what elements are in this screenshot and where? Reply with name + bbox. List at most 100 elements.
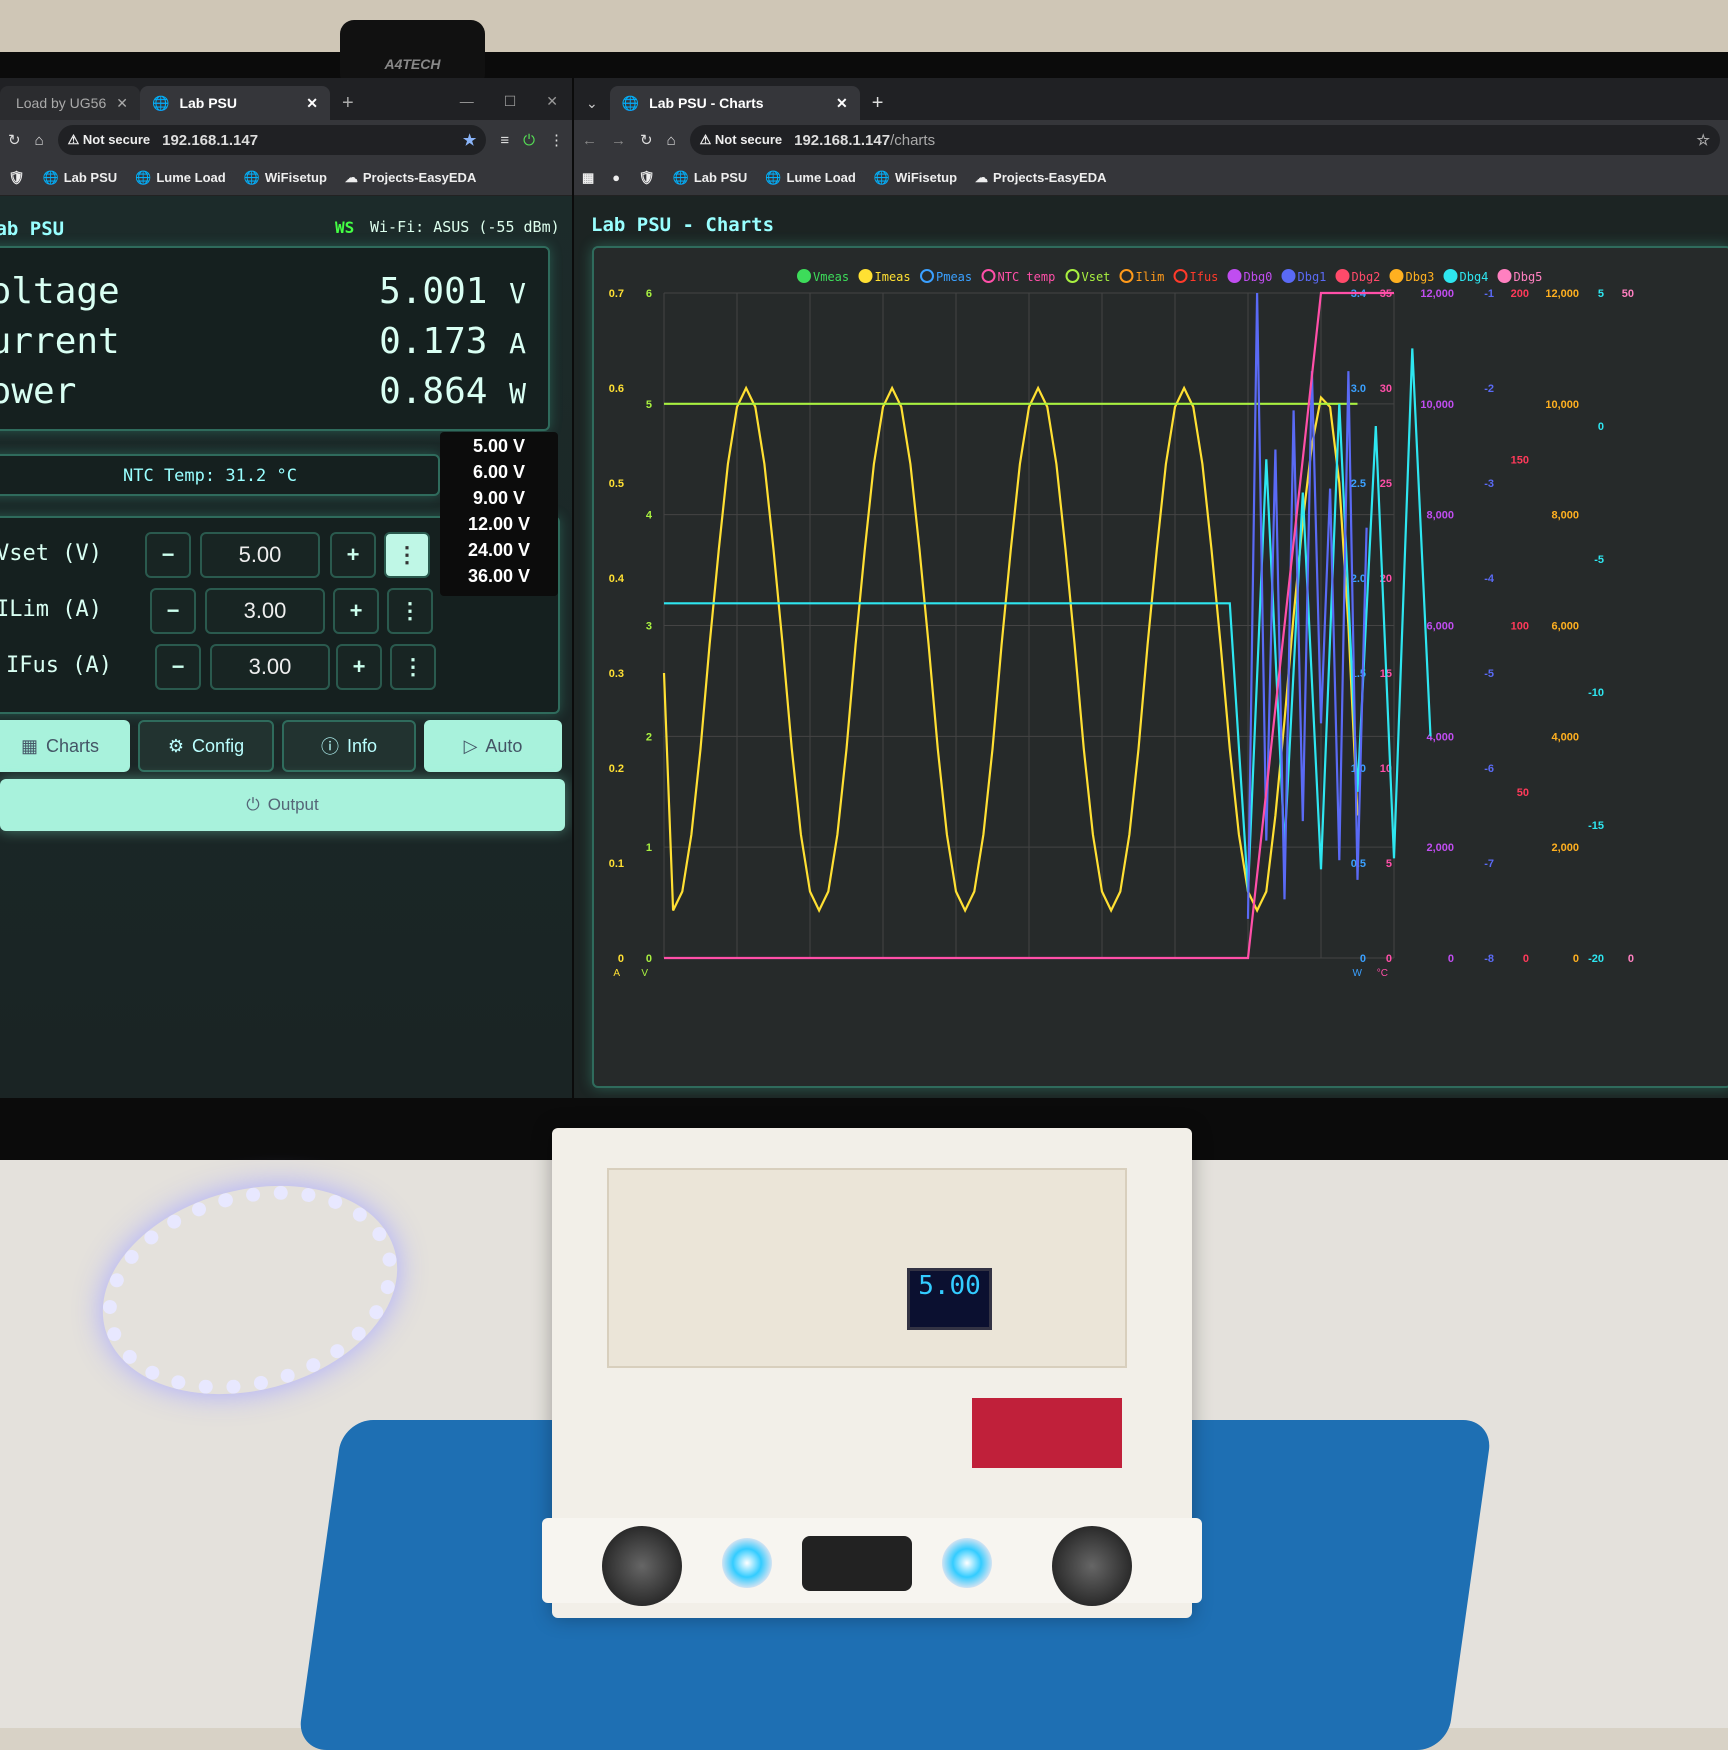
gear-icon: ⚙ — [167, 735, 185, 756]
close-tab-icon[interactable]: ✕ — [116, 95, 128, 112]
maximize-icon[interactable]: ☐ — [504, 93, 517, 110]
extension-icon[interactable]: 🛡 — [638, 170, 655, 186]
home-icon[interactable]: ⌂ — [667, 132, 676, 149]
preset-option[interactable]: 5.00 V — [440, 436, 558, 462]
menu-icon[interactable]: ⋮ — [549, 131, 564, 149]
vset-plus-button[interactable]: + — [330, 532, 376, 578]
github-icon[interactable]: ● — [612, 170, 620, 185]
preset-option[interactable]: 36.00 V — [440, 566, 558, 592]
bookmark-projects-easyeda[interactable]: ☁ Projects-EasyEDA — [975, 170, 1106, 186]
legend-marker — [1119, 269, 1134, 283]
legend-ilim: Ilim — [1136, 270, 1165, 284]
ilim-input[interactable]: 3.00 — [205, 588, 325, 634]
legend-vset: Vset — [1082, 270, 1111, 284]
bookmark-wifisetup[interactable]: 🌐 WiFisetup — [874, 170, 957, 186]
info-icon: ⓘ — [320, 737, 339, 757]
window-controls: — ☐ ✕ — [446, 93, 572, 120]
power-led-button[interactable] — [942, 1538, 992, 1588]
home-icon[interactable]: ⌂ — [35, 132, 44, 149]
legend-dbg0: Dbg0 — [1244, 270, 1273, 284]
tab-lab-psu-charts[interactable]: 🌐 Lab PSU - Charts ✕ — [609, 86, 860, 120]
preset-option[interactable]: 12.00 V — [440, 514, 558, 540]
bookmarks-bar: 🛡 🌐 Lab PSU 🌐 Lume Load 🌐 WiFisetup ☁ Projec… — [0, 160, 572, 196]
axis-tick-label: 30 — [1380, 383, 1392, 395]
axis-tick-label: -7 — [1484, 858, 1494, 870]
info-button[interactable]: ⓘ Info — [282, 720, 416, 772]
ifus-more-button[interactable]: ⋮ — [390, 644, 436, 690]
auto-button[interactable]: ▷ Auto — [424, 720, 562, 772]
preset-option[interactable]: 24.00 V — [440, 540, 558, 566]
axis-tick-label: 0.3 — [609, 668, 624, 680]
preset-option[interactable]: 6.00 V — [440, 462, 558, 488]
power-extension-icon[interactable]: ⏻ — [523, 132, 535, 149]
minimize-icon[interactable]: — — [460, 93, 474, 110]
url-text: 192.168.1.147 — [162, 131, 259, 149]
page-title: Lab PSU - Charts — [591, 214, 775, 236]
address-bar[interactable]: ⚠ Not secure 192.168.1.147/charts ☆ — [689, 125, 1720, 155]
bookmark-lab-psu[interactable]: 🌐 Lab PSU — [673, 170, 748, 186]
config-button[interactable]: ⚙ Config — [138, 720, 274, 772]
oled-display: 5.00 — [907, 1268, 992, 1330]
vset-presets-menu: 5.00 V 6.00 V 9.00 V 12.00 V 24.00 V 36.… — [440, 432, 558, 596]
reload-icon[interactable]: ↻ — [640, 131, 653, 149]
new-tab-button[interactable]: + — [330, 86, 366, 120]
bookmark-wifisetup[interactable]: 🌐 WiFisetup — [244, 170, 327, 186]
ws-status: WS — [335, 218, 355, 237]
preset-option[interactable]: 9.00 V — [440, 488, 558, 514]
legend-marker — [920, 269, 934, 283]
not-secure-badge[interactable]: ⚠ Not secure — [68, 132, 150, 148]
bookmark-lab-psu[interactable]: 🌐 Lab PSU — [43, 170, 118, 186]
axis-tick-label: 6 — [646, 288, 652, 300]
legend-marker — [1065, 269, 1080, 283]
charts-button[interactable]: ▦ Charts — [0, 720, 130, 772]
vset-presets-button[interactable]: ⋮ — [384, 532, 430, 578]
tab-search-icon[interactable]: ⌄ — [574, 86, 610, 120]
tab-lab-psu[interactable]: 🌐 Lab PSU ✕ — [140, 86, 330, 120]
voltage-row: Voltage5.001 V — [0, 270, 526, 312]
ilim-minus-button[interactable]: − — [150, 588, 196, 634]
close-tab-icon[interactable]: ✕ — [836, 95, 848, 112]
axis-tick-label: -5 — [1484, 668, 1494, 680]
axis-unit-label: W — [1353, 968, 1363, 979]
extension-icon[interactable]: 🛡 — [8, 170, 25, 186]
knob-left[interactable] — [602, 1526, 682, 1606]
close-window-icon[interactable]: ✕ — [546, 93, 558, 110]
reload-icon[interactable]: ↻ — [8, 131, 21, 149]
axis-tick-label: 0.6 — [609, 383, 624, 395]
back-icon[interactable]: ← — [582, 132, 597, 149]
tab-lume-load[interactable]: Lume Load by UG56✕ — [0, 86, 140, 120]
apps-icon[interactable]: ▦ — [582, 170, 594, 186]
legend-marker — [1281, 269, 1296, 283]
output-button[interactable]: ⏻ Output — [0, 779, 565, 831]
bookmark-projects-easyeda[interactable]: ☁ Projects-EasyEDA — [345, 170, 476, 186]
wall — [0, 0, 1728, 60]
close-tab-icon[interactable]: ✕ — [306, 95, 318, 112]
media-icon[interactable]: ≡ — [500, 132, 509, 149]
ilim-plus-button[interactable]: + — [333, 588, 379, 634]
globe-icon: 🌐 — [152, 94, 170, 111]
play-led-button[interactable] — [722, 1538, 772, 1588]
address-bar[interactable]: ⚠ Not secure 192.168.1.147 ★ — [57, 125, 487, 155]
axis-tick-label: 2,000 — [1426, 842, 1454, 854]
axis-tick-label: -3 — [1484, 478, 1494, 490]
axis-tick-label: 3 — [646, 621, 652, 633]
vset-input[interactable]: 5.00 — [200, 532, 320, 578]
bookmark-star-icon[interactable]: ☆ — [1697, 131, 1710, 149]
axis-tick-label: 4 — [646, 510, 653, 522]
ifus-minus-button[interactable]: − — [155, 644, 201, 690]
axis-tick-label: 12,000 — [1420, 288, 1454, 300]
new-tab-button[interactable]: + — [860, 86, 896, 120]
knob-right[interactable] — [1052, 1526, 1132, 1606]
vset-minus-button[interactable]: − — [145, 532, 191, 578]
axis-tick-label: 0.5 — [609, 478, 624, 490]
bookmark-lume-load[interactable]: 🌐 Lume Load — [765, 170, 856, 186]
axis-tick-label: 5 — [1386, 858, 1392, 870]
forward-icon[interactable]: → — [611, 132, 626, 149]
axis-tick-label: 0 — [1628, 953, 1634, 965]
ifus-input[interactable]: 3.00 — [210, 644, 330, 690]
bookmark-star-icon[interactable]: ★ — [463, 131, 476, 149]
bookmark-lume-load[interactable]: 🌐 Lume Load — [135, 170, 226, 186]
not-secure-badge[interactable]: ⚠ Not secure — [700, 132, 782, 148]
ilim-more-button[interactable]: ⋮ — [387, 588, 433, 634]
ifus-plus-button[interactable]: + — [336, 644, 382, 690]
